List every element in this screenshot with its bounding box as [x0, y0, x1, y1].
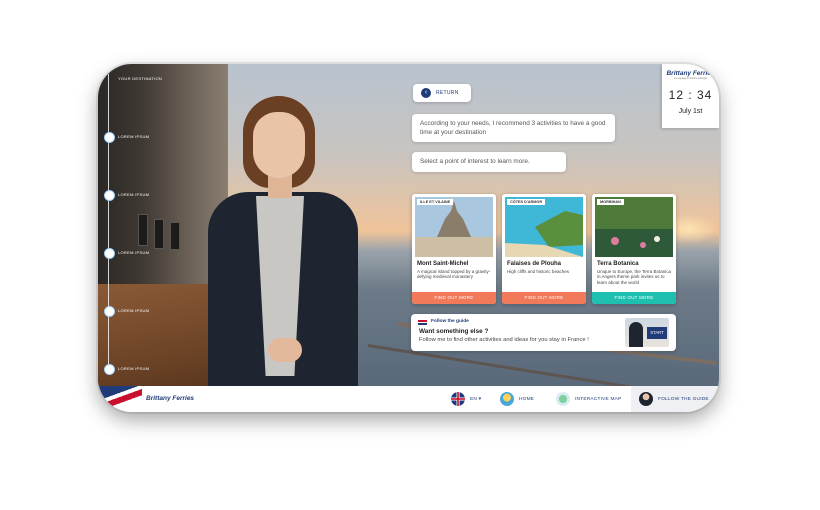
step-dot[interactable]: [104, 364, 115, 375]
start-button[interactable]: START: [647, 327, 667, 339]
clock-panel: Brittany Ferries Le voyage en bonne éner…: [662, 64, 719, 128]
card-desc: High cliffs and historic beaches: [507, 269, 569, 274]
find-out-more-button[interactable]: FIND OUT MORE: [502, 292, 586, 304]
bottom-logo: Brittany Ferries: [146, 395, 195, 402]
follow-guide-button[interactable]: FOLLOW THE GUIDE: [639, 392, 709, 406]
guide-thumbnail: START: [625, 318, 669, 347]
guide-question: Want something else ?: [419, 328, 489, 335]
step-dot[interactable]: [104, 190, 115, 201]
guide-avatar: [190, 92, 380, 402]
chevron-left-icon: ‹: [421, 88, 431, 98]
card-tag: MORBIHAN: [597, 199, 624, 205]
clock-date: July 1st: [678, 108, 703, 115]
step-dot[interactable]: [104, 248, 115, 259]
home-icon: [500, 392, 514, 406]
falaises-de-plouha-image: [505, 197, 583, 257]
step-dot[interactable]: [104, 132, 115, 143]
find-out-more-button[interactable]: FIND OUT MORE: [412, 292, 496, 304]
recommend-bubble: According to your needs, I recommend 3 a…: [412, 114, 615, 142]
poi-card-falaises-de-plouha[interactable]: CÔTES D'ARMOR Falaises de Plouha High cl…: [502, 194, 586, 304]
clock-time: 12 : 34: [668, 88, 713, 102]
card-title: Mont Saint-Michel: [417, 261, 469, 267]
card-tag: CÔTES D'ARMOR: [507, 199, 546, 205]
language-selector[interactable]: EN ▾: [451, 392, 481, 406]
map-icon: [556, 392, 570, 406]
step-label: LOREM IPSUM: [118, 134, 150, 139]
select-bubble: Select a point of interest to learn more…: [412, 152, 566, 172]
language-label: EN ▾: [470, 396, 482, 402]
poi-card-mont-saint-michel[interactable]: ILLE ET VILAINE Mont Saint-Michel A magi…: [412, 194, 496, 304]
poi-card-terra-botanica[interactable]: MORBIHAN Terra Botanica Unique to Europe…: [592, 194, 676, 304]
kiosk-screen: YOUR DESTINATION LOREM IPSUM LOREM IPSUM…: [98, 64, 719, 412]
card-desc: A magical island topped by a gravity-def…: [417, 269, 491, 280]
uk-flag-icon: [451, 392, 465, 406]
return-button[interactable]: ‹ RETURN: [413, 84, 471, 102]
cruise-deck-background: YOUR DESTINATION LOREM IPSUM LOREM IPSUM…: [98, 64, 719, 402]
find-out-more-button[interactable]: FIND OUT MORE: [592, 292, 676, 304]
guide-avatar-thumb: [629, 322, 643, 347]
interactive-map-button[interactable]: INTERACTIVE MAP: [556, 392, 621, 406]
step-label: LOREM IPSUM: [118, 250, 150, 255]
guide-header: Follow the guide: [431, 319, 469, 324]
step-label: LOREM IPSUM: [118, 192, 150, 197]
card-title: Terra Botanica: [597, 261, 639, 267]
card-desc: Unique to Europe, the Terra Botanica in …: [597, 269, 671, 285]
map-label: INTERACTIVE MAP: [575, 396, 622, 402]
card-tag: ILLE ET VILAINE: [417, 199, 454, 205]
mont-saint-michel-image: [415, 197, 493, 257]
card-title: Falaises de Plouha: [507, 261, 562, 267]
brand-swoosh: [98, 386, 142, 412]
follow-guide-tab[interactable]: FOLLOW THE GUIDE: [631, 386, 719, 412]
follow-label: FOLLOW THE GUIDE: [658, 396, 709, 402]
brand-logo: Brittany Ferries: [666, 70, 715, 77]
follow-guide-panel: Follow the guide Want something else ? F…: [411, 314, 676, 351]
bottom-bar: Brittany Ferries EN ▾ HOME INTERACTIVE M…: [98, 386, 719, 412]
brand-tagline: Le voyage en bonne énergie: [674, 77, 707, 80]
home-label: HOME: [519, 396, 535, 402]
guide-text: Follow me to find other activities and i…: [419, 337, 589, 343]
step-label: LOREM IPSUM: [118, 366, 150, 371]
france-flag-icon: [418, 320, 427, 325]
step-dot[interactable]: [104, 306, 115, 317]
return-label: RETURN: [436, 90, 459, 96]
home-button[interactable]: HOME: [500, 392, 534, 406]
step-label: LOREM IPSUM: [118, 308, 150, 313]
terra-botanica-image: [595, 197, 673, 257]
step-label: YOUR DESTINATION: [118, 76, 163, 81]
guide-avatar-icon: [639, 392, 653, 406]
